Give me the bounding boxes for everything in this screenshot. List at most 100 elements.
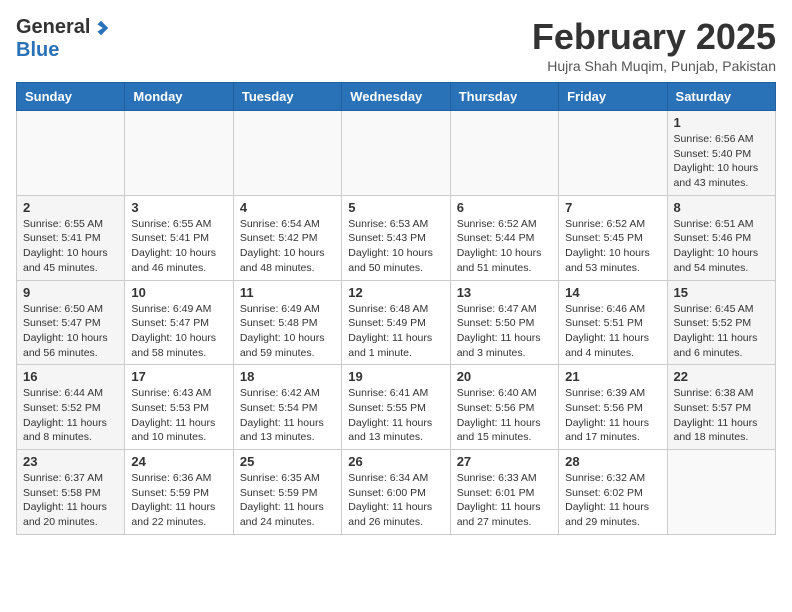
table-row: 3Sunrise: 6:55 AM Sunset: 5:41 PM Daylig… [125,195,233,280]
table-row: 23 Sunrise: 6:37 AM Sunset: 5:58 PM Dayli… [17,450,125,535]
day-info: Sunrise: 6:53 AM Sunset: 5:43 PM Dayligh… [348,217,443,276]
day-number: 6 [457,200,552,215]
day-number: 14 [565,285,660,300]
table-row: 18 Sunrise: 6:42 AM Sunset: 5:54 PM Dayli… [233,365,341,450]
col-friday: Friday [559,83,667,111]
table-row: 11 Sunrise: 6:49 AM Sunset: 5:48 PM Dayli… [233,280,341,365]
table-row [125,111,233,196]
logo-general-text: General [16,16,90,39]
table-row: 17 Sunrise: 6:43 AM Sunset: 5:53 PM Dayli… [125,365,233,450]
day-number: 8 [674,200,769,215]
day-number: 2 [23,200,118,215]
day-info: Sunrise: 6:50 AM Sunset: 5:47 PM Dayligh… [23,302,118,361]
table-row: 6Sunrise: 6:52 AM Sunset: 5:44 PM Daylig… [450,195,558,280]
table-row [17,111,125,196]
table-row: 25 Sunrise: 6:35 AM Sunset: 5:59 PM Dayli… [233,450,341,535]
day-info: Sunrise: 6:38 AM Sunset: 5:57 PM Dayligh… [674,386,769,445]
day-number: 24 [131,454,226,469]
logo-blue-text: Blue [16,39,59,62]
table-row [559,111,667,196]
day-number: 13 [457,285,552,300]
day-info: Sunrise: 6:56 AM Sunset: 5:40 PM Dayligh… [674,132,769,191]
col-thursday: Thursday [450,83,558,111]
day-info: Sunrise: 6:55 AM Sunset: 5:41 PM Dayligh… [23,217,118,276]
day-number: 1 [674,115,769,130]
day-info: Sunrise: 6:41 AM Sunset: 5:55 PM Dayligh… [348,386,443,445]
day-info: Sunrise: 6:44 AM Sunset: 5:52 PM Dayligh… [23,386,118,445]
day-info: Sunrise: 6:51 AM Sunset: 5:46 PM Dayligh… [674,217,769,276]
day-info: Sunrise: 6:34 AM Sunset: 6:00 PM Dayligh… [348,471,443,530]
day-info: Sunrise: 6:47 AM Sunset: 5:50 PM Dayligh… [457,302,552,361]
day-info: Sunrise: 6:36 AM Sunset: 5:59 PM Dayligh… [131,471,226,530]
table-row: 1 Sunrise: 6:56 AM Sunset: 5:40 PM Daylig… [667,111,775,196]
table-row: 15Sunrise: 6:45 AM Sunset: 5:52 PM Dayli… [667,280,775,365]
day-number: 11 [240,285,335,300]
day-info: Sunrise: 6:48 AM Sunset: 5:49 PM Dayligh… [348,302,443,361]
day-info: Sunrise: 6:49 AM Sunset: 5:48 PM Dayligh… [240,302,335,361]
table-row: 21 Sunrise: 6:39 AM Sunset: 5:56 PM Dayli… [559,365,667,450]
table-row: 9Sunrise: 6:50 AM Sunset: 5:47 PM Daylig… [17,280,125,365]
day-number: 17 [131,369,226,384]
logo: General Blue [16,16,110,62]
col-wednesday: Wednesday [342,83,450,111]
table-row: 19 Sunrise: 6:41 AM Sunset: 5:55 PM Dayli… [342,365,450,450]
day-info: Sunrise: 6:52 AM Sunset: 5:45 PM Dayligh… [565,217,660,276]
table-row: 14 Sunrise: 6:46 AM Sunset: 5:51 PM Dayli… [559,280,667,365]
week-row-5: 23 Sunrise: 6:37 AM Sunset: 5:58 PM Dayli… [17,450,776,535]
day-number: 5 [348,200,443,215]
day-number: 27 [457,454,552,469]
table-row: 26 Sunrise: 6:34 AM Sunset: 6:00 PM Dayli… [342,450,450,535]
day-info: Sunrise: 6:46 AM Sunset: 5:51 PM Dayligh… [565,302,660,361]
week-row-1: 1 Sunrise: 6:56 AM Sunset: 5:40 PM Daylig… [17,111,776,196]
day-info: Sunrise: 6:35 AM Sunset: 5:59 PM Dayligh… [240,471,335,530]
day-info: Sunrise: 6:33 AM Sunset: 6:01 PM Dayligh… [457,471,552,530]
table-row: 8 Sunrise: 6:51 AM Sunset: 5:46 PM Daylig… [667,195,775,280]
calendar-table: Sunday Monday Tuesday Wednesday Thursday… [16,82,776,535]
table-row: 28Sunrise: 6:32 AM Sunset: 6:02 PM Dayli… [559,450,667,535]
table-row: 5 Sunrise: 6:53 AM Sunset: 5:43 PM Daylig… [342,195,450,280]
day-number: 4 [240,200,335,215]
day-number: 15 [674,285,769,300]
day-info: Sunrise: 6:37 AM Sunset: 5:58 PM Dayligh… [23,471,118,530]
day-number: 22 [674,369,769,384]
table-row: 13 Sunrise: 6:47 AM Sunset: 5:50 PM Dayli… [450,280,558,365]
day-info: Sunrise: 6:49 AM Sunset: 5:47 PM Dayligh… [131,302,226,361]
day-number: 26 [348,454,443,469]
day-info: Sunrise: 6:40 AM Sunset: 5:56 PM Dayligh… [457,386,552,445]
table-row: 27 Sunrise: 6:33 AM Sunset: 6:01 PM Dayli… [450,450,558,535]
table-row: 16 Sunrise: 6:44 AM Sunset: 5:52 PM Dayli… [17,365,125,450]
table-row: 10 Sunrise: 6:49 AM Sunset: 5:47 PM Dayli… [125,280,233,365]
month-year-title: February 2025 [532,16,776,58]
col-saturday: Saturday [667,83,775,111]
day-info: Sunrise: 6:32 AM Sunset: 6:02 PM Dayligh… [565,471,660,530]
table-row: 7 Sunrise: 6:52 AM Sunset: 5:45 PM Daylig… [559,195,667,280]
col-monday: Monday [125,83,233,111]
table-row: 12Sunrise: 6:48 AM Sunset: 5:49 PM Dayli… [342,280,450,365]
day-number: 16 [23,369,118,384]
table-row: 24 Sunrise: 6:36 AM Sunset: 5:59 PM Dayli… [125,450,233,535]
table-row: 4Sunrise: 6:54 AM Sunset: 5:42 PM Daylig… [233,195,341,280]
day-info: Sunrise: 6:43 AM Sunset: 5:53 PM Dayligh… [131,386,226,445]
calendar-header-row: Sunday Monday Tuesday Wednesday Thursday… [17,83,776,111]
week-row-2: 2 Sunrise: 6:55 AM Sunset: 5:41 PM Daylig… [17,195,776,280]
day-number: 10 [131,285,226,300]
day-info: Sunrise: 6:39 AM Sunset: 5:56 PM Dayligh… [565,386,660,445]
day-number: 7 [565,200,660,215]
day-number: 25 [240,454,335,469]
day-info: Sunrise: 6:42 AM Sunset: 5:54 PM Dayligh… [240,386,335,445]
page-header: General Blue February 2025 Hujra Shah Mu… [16,16,776,74]
col-sunday: Sunday [17,83,125,111]
day-number: 18 [240,369,335,384]
day-number: 21 [565,369,660,384]
logo-icon [92,19,110,37]
table-row [667,450,775,535]
title-section: February 2025 Hujra Shah Muqim, Punjab, … [532,16,776,74]
day-number: 23 [23,454,118,469]
day-number: 20 [457,369,552,384]
day-number: 3 [131,200,226,215]
table-row [450,111,558,196]
location-subtitle: Hujra Shah Muqim, Punjab, Pakistan [532,58,776,74]
day-number: 19 [348,369,443,384]
table-row [233,111,341,196]
table-row: 22 Sunrise: 6:38 AM Sunset: 5:57 PM Dayli… [667,365,775,450]
